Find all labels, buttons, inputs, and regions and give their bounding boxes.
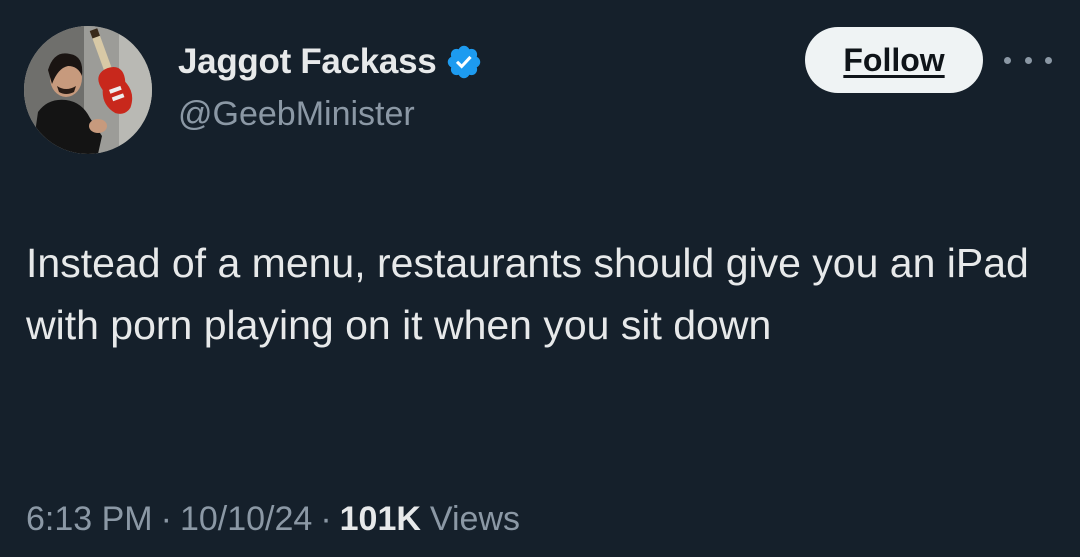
views-count[interactable]: 101K (340, 500, 421, 539)
tweet-time[interactable]: 6:13 PM (26, 500, 153, 539)
avatar[interactable] (24, 26, 152, 154)
author-name-row[interactable]: Jaggot Fackass (178, 38, 483, 86)
meta-separator: · (160, 500, 172, 538)
follow-button[interactable]: Follow (805, 27, 983, 93)
views-label[interactable]: Views (430, 500, 520, 539)
more-dot (1024, 56, 1032, 64)
avatar-image (24, 26, 152, 154)
author-handle[interactable]: @GeebMinister (178, 95, 415, 134)
more-horizontal-icon[interactable] (1004, 48, 1052, 72)
tweet-card: Jaggot Fackass @GeebMinister Follow Inst… (0, 0, 1080, 557)
tweet-date[interactable]: 10/10/24 (180, 500, 312, 539)
meta-separator: · (320, 500, 332, 538)
verified-badge-icon (445, 43, 483, 81)
tweet-text: Instead of a menu, restaurants should gi… (26, 240, 1029, 348)
tweet-meta: 6:13 PM · 10/10/24 · 101K Views (26, 500, 520, 539)
more-dot (1045, 56, 1052, 64)
author-display-name[interactable]: Jaggot Fackass (178, 42, 437, 82)
more-dot (1004, 56, 1011, 64)
